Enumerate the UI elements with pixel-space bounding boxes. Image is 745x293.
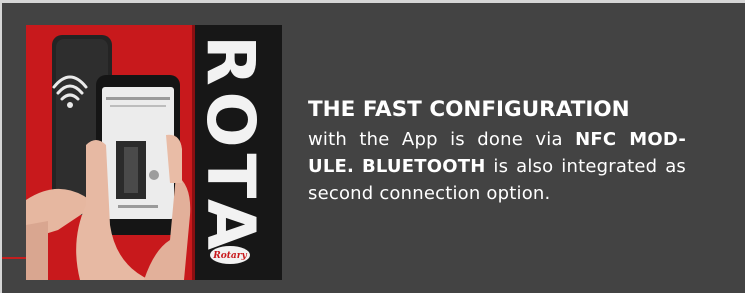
- nfc-highlight-cont: ULE.: [308, 156, 355, 177]
- bluetooth-highlight: BLUETOOTH: [361, 156, 486, 177]
- feature-text: THE FAST CONFIGURATION with the App is d…: [308, 96, 698, 207]
- headline: THE FAST CONFIGURATION: [308, 97, 630, 122]
- product-photo: ROTA Rotary: [26, 25, 282, 280]
- sign-text: ROTA: [192, 35, 269, 250]
- nfc-highlight: NFC MOD-: [575, 129, 686, 150]
- body-text-1: with the App is done via: [308, 129, 576, 150]
- body-text-2: is also integrated: [485, 156, 658, 177]
- description: with the App is done via NFC MOD- ULE. B…: [308, 126, 686, 207]
- rotary-logo: Rotary: [210, 246, 250, 264]
- feature-card: ROTA Rotary THE FAST CONFIGURATION with …: [2, 3, 745, 293]
- accent-line: [2, 257, 26, 259]
- logo-text: Rotary: [212, 251, 247, 261]
